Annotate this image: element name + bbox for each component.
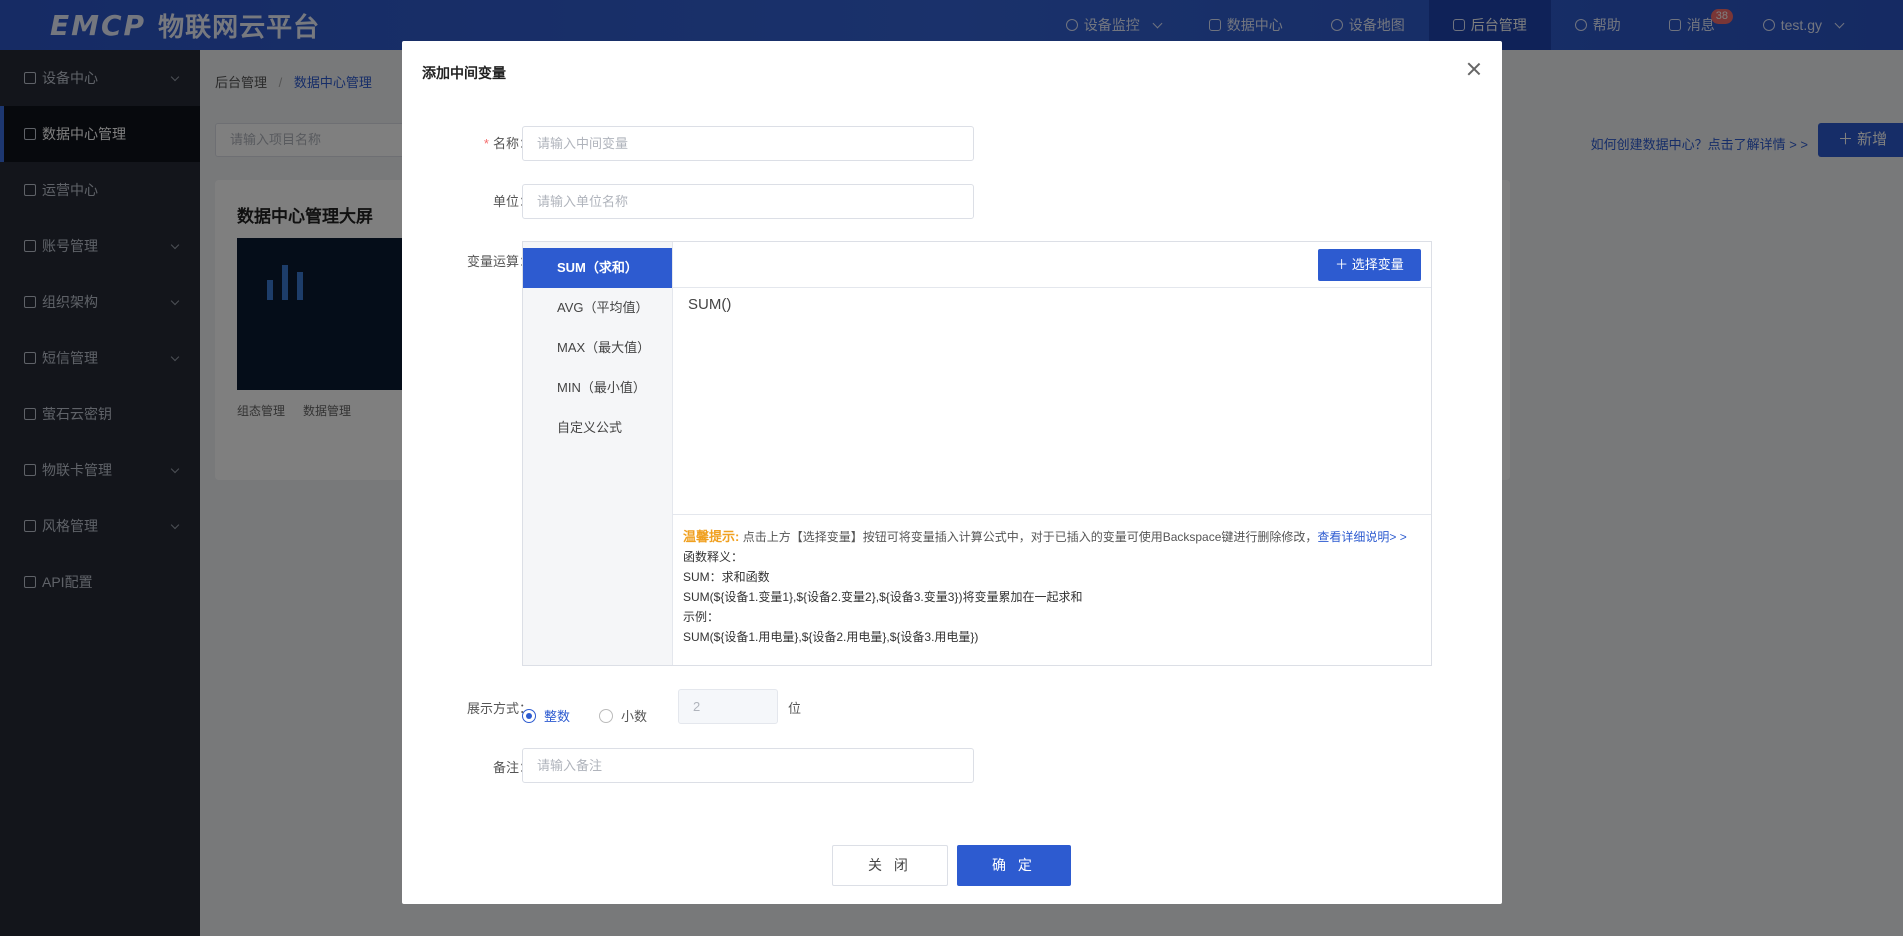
formula-text: SUM() bbox=[688, 296, 732, 313]
radio-label: 小数 bbox=[621, 709, 648, 724]
close-button[interactable]: 关 闭 bbox=[832, 845, 948, 886]
tips-line: 示例： bbox=[683, 610, 720, 624]
remark-input[interactable]: 请输入备注 bbox=[522, 748, 974, 783]
plus-icon: ＋ bbox=[1335, 257, 1352, 272]
tab-custom-formula[interactable]: 自定义公式 bbox=[523, 408, 672, 448]
tips-line: SUM(${设备1.用电量},${设备2.用电量},${设备3.用电量}) bbox=[683, 630, 979, 644]
decimal-unit-label: 位 bbox=[788, 701, 802, 716]
select-variable-label: 选择变量 bbox=[1351, 257, 1404, 272]
tips-label: 温馨提示: bbox=[683, 529, 740, 544]
close-icon[interactable] bbox=[1466, 61, 1482, 77]
tab-max[interactable]: MAX（最大值） bbox=[523, 328, 672, 368]
formula-tips: 温馨提示: 点击上方【选择变量】按钮可将变量插入计算公式中，对于已插入的变量可使… bbox=[673, 514, 1431, 665]
tab-sum[interactable]: SUM（求和） bbox=[523, 248, 672, 288]
operation-panel: SUM（求和） AVG（平均值） MAX（最大值） MIN（最小值） 自定义公式… bbox=[522, 241, 1432, 666]
formula-toolbar: ＋ 选择变量 bbox=[673, 242, 1431, 288]
operation-tabs: SUM（求和） AVG（平均值） MAX（最大值） MIN（最小值） 自定义公式 bbox=[523, 242, 673, 665]
tips-line: SUM：求和函数 bbox=[683, 570, 770, 584]
tab-avg[interactable]: AVG（平均值） bbox=[523, 288, 672, 328]
radio-label: 整数 bbox=[544, 709, 571, 724]
formula-editor[interactable]: SUM() bbox=[688, 296, 731, 313]
select-variable-button[interactable]: ＋ 选择变量 bbox=[1318, 249, 1421, 281]
unit-input[interactable]: 请输入单位名称 bbox=[522, 184, 974, 219]
confirm-button[interactable]: 确 定 bbox=[957, 845, 1071, 886]
dialog-title: 添加中间变量 bbox=[422, 65, 506, 81]
tab-min[interactable]: MIN（最小值） bbox=[523, 368, 672, 408]
name-input[interactable]: 请输入中间变量 bbox=[522, 126, 974, 161]
radio-integer[interactable]: 整数 bbox=[522, 706, 570, 725]
radio-dot bbox=[522, 708, 536, 723]
tips-line: 函数释义： bbox=[683, 550, 744, 564]
tips-text: 点击上方【选择变量】按钮可将变量插入计算公式中，对于已插入的变量可使用Backs… bbox=[742, 530, 1318, 544]
tips-line: SUM(${设备1.变量1},${设备2.变量2},${设备3.变量3})将变量… bbox=[683, 590, 1083, 604]
radio-dot bbox=[599, 708, 613, 723]
add-variable-dialog: 添加中间变量 * 名称： 请输入中间变量 单位： 请输入单位名称 变量运算： SU… bbox=[402, 41, 1502, 904]
radio-decimal[interactable]: 小数 bbox=[599, 706, 647, 725]
tips-more-link[interactable]: 查看详细说明> > bbox=[1317, 530, 1406, 544]
decimal-places-input[interactable]: 2 bbox=[678, 689, 778, 724]
